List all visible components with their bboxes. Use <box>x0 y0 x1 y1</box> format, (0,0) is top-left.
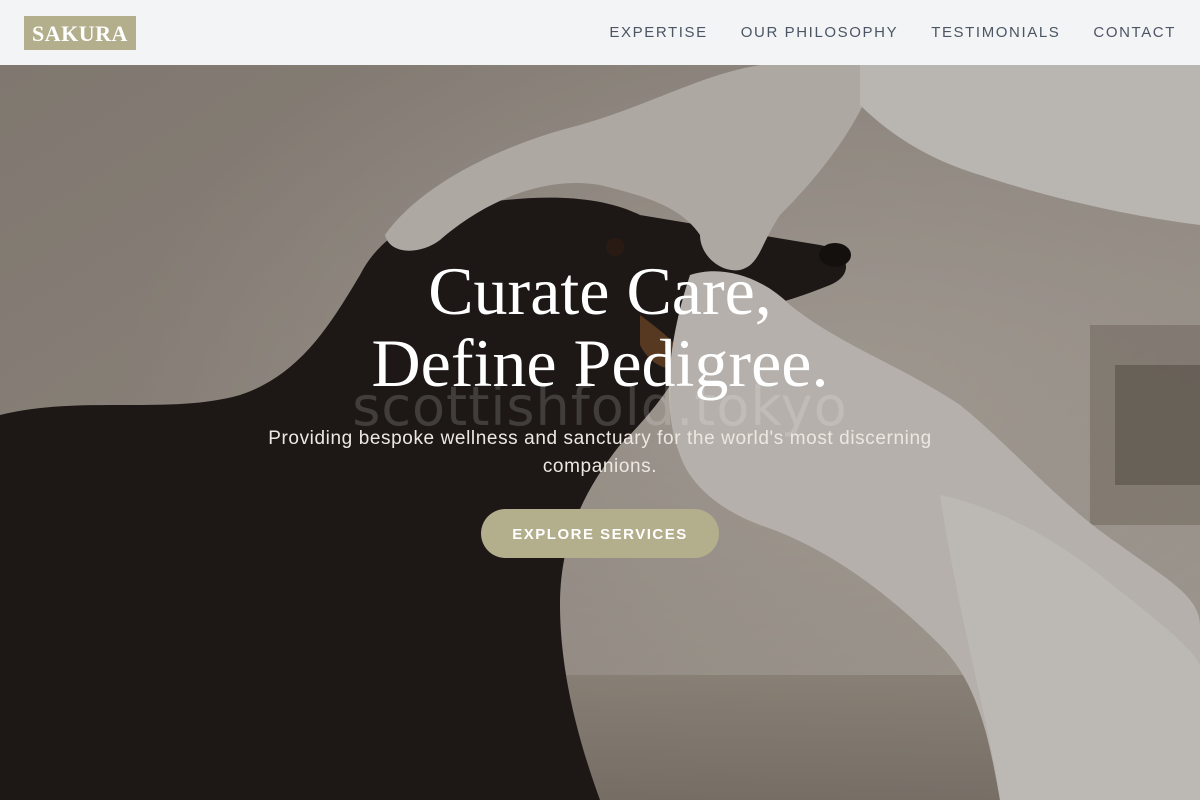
sakura-logo[interactable]: SAKURA <box>24 15 136 50</box>
hero-content: Curate Care, Define Pedigree. Providing … <box>0 255 1200 558</box>
hero-title: Curate Care, Define Pedigree. <box>0 255 1200 399</box>
hero-title-line-1: Curate Care, <box>428 253 772 329</box>
nav-link-expertise[interactable]: EXPERTISE <box>609 24 707 41</box>
hero-subtitle: Providing bespoke wellness and sanctuary… <box>268 428 932 477</box>
hero-title-line-2: Define Pedigree. <box>371 325 829 401</box>
main-nav: EXPERTISE OUR PHILOSOPHY TESTIMONIALS CO… <box>609 24 1176 41</box>
hero-section: scottishfold.tokyo Curate Care, Define P… <box>0 65 1200 800</box>
nav-link-testimonials[interactable]: TESTIMONIALS <box>931 24 1060 41</box>
nav-link-our-philosophy[interactable]: OUR PHILOSOPHY <box>741 24 898 41</box>
nav-link-contact[interactable]: CONTACT <box>1093 24 1176 41</box>
explore-services-button[interactable]: EXPLORE SERVICES <box>481 509 719 558</box>
top-navbar: SAKURA EXPERTISE OUR PHILOSOPHY TESTIMON… <box>0 0 1200 65</box>
